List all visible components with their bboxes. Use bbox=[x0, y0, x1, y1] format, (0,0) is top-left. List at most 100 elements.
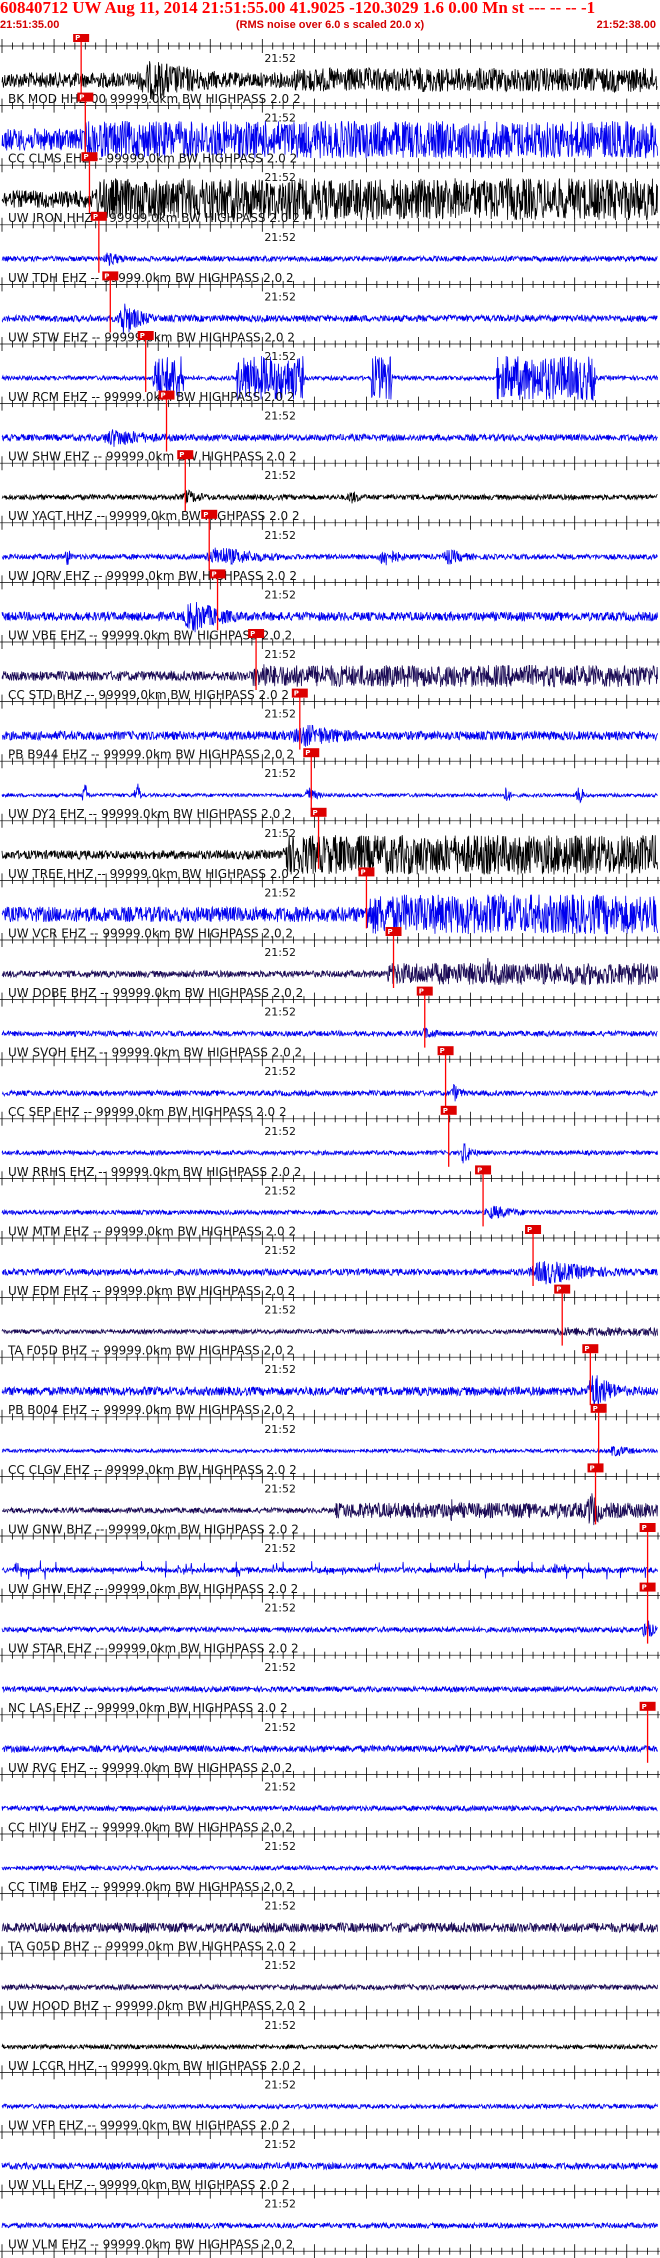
minute-label: 21:52 bbox=[264, 827, 296, 840]
station-label: UW YACT HHZ -- 99999.0km BW HIGHPASS 2.0… bbox=[8, 509, 300, 523]
waveform bbox=[1, 664, 658, 688]
minute-label: 21:52 bbox=[264, 1065, 296, 1078]
waveform bbox=[1, 1261, 658, 1285]
minute-label: 21:52 bbox=[264, 350, 296, 363]
waveform bbox=[1, 2221, 658, 2230]
waveform bbox=[1, 1864, 658, 1872]
minute-label: 21:52 bbox=[264, 1602, 296, 1615]
waveform bbox=[1, 1921, 658, 1934]
pick-label: P bbox=[83, 153, 88, 161]
trace-0: 21:52PBK MOD HHZ 00 99999.0km BW HIGHPAS… bbox=[0, 34, 660, 106]
waveform bbox=[1, 2161, 658, 2171]
waveform bbox=[1, 489, 658, 504]
pick-label: P bbox=[590, 1464, 595, 1472]
waveform bbox=[1, 724, 658, 747]
minute-label: 21:52 bbox=[264, 529, 296, 542]
station-label: UW GHW EHZ -- 99999.0km BW HIGHPASS 2.0 … bbox=[8, 1582, 298, 1596]
minute-label: 21:52 bbox=[264, 231, 296, 244]
minute-label: 21:52 bbox=[264, 946, 296, 959]
pick-label: P bbox=[477, 1166, 482, 1174]
minute-label: 21:52 bbox=[264, 290, 296, 303]
station-label: CC CLGV EHZ -- 99999.0km BW HIGHPASS 2.0… bbox=[8, 1463, 297, 1477]
station-label: PB B004 EHZ -- 99999.0km BW HIGHPASS 2.0… bbox=[8, 1403, 294, 1417]
pick-label: P bbox=[104, 272, 109, 280]
minute-label: 21:52 bbox=[264, 2019, 296, 2032]
minute-label: 21:52 bbox=[264, 708, 296, 721]
minute-label: 21:52 bbox=[264, 1363, 296, 1376]
waveform bbox=[1, 1205, 658, 1220]
trace-31: 21:52 TA G05D BHZ -- 99999.0km BW HIGHPAS… bbox=[0, 1886, 660, 1954]
pick-label: P bbox=[305, 749, 310, 757]
pick-label: P bbox=[79, 94, 84, 102]
trace-29: 21:52 CC HIYU EHZ -- 99999.0km BW HIGHPAS… bbox=[0, 1767, 660, 1834]
end-time-label: 21:52:38.00 bbox=[596, 19, 656, 31]
station-label: UW GNW BHZ -- 99999.0km BW HIGHPASS 2.0 … bbox=[8, 1522, 299, 1536]
waveform bbox=[1, 1446, 658, 1457]
minute-label: 21:52 bbox=[264, 1840, 296, 1853]
station-label: BK MOD HHZ 00 99999.0km BW HIGHPASS 2.0 … bbox=[8, 92, 301, 106]
minute-label: 21:52 bbox=[264, 1542, 296, 1555]
event-title: 60840712 UW Aug 11, 2014 21:51:55.00 41.… bbox=[0, 0, 596, 17]
waveform bbox=[2, 1493, 658, 1526]
minute-label: 21:52 bbox=[264, 1780, 296, 1793]
minute-label: 21:52 bbox=[264, 1900, 296, 1913]
waveform bbox=[1, 2102, 658, 2111]
station-label: UW VLM EHZ -- 99999.0km BW HIGHPASS 2.0 … bbox=[8, 2238, 293, 2252]
minute-label: 21:52 bbox=[264, 410, 296, 423]
trace-30: 21:52 CC TIMB EHZ -- 99999.0km BW HIGHPAS… bbox=[0, 1827, 660, 1894]
pick-label: P bbox=[250, 630, 255, 638]
pick-label: P bbox=[642, 1584, 647, 1592]
minute-label: 21:52 bbox=[264, 588, 296, 601]
station-label: UW LCCR HHZ -- 99999.0km BW HIGHPASS 2.0… bbox=[8, 2059, 301, 2073]
pick-label: P bbox=[443, 1107, 448, 1115]
station-label: UW SHW EHZ -- 99999.0km BW HIGHPASS 2.0 … bbox=[8, 450, 297, 464]
pick-label: P bbox=[161, 392, 166, 400]
pick-label: P bbox=[179, 451, 184, 459]
minute-label: 21:52 bbox=[264, 1661, 296, 1674]
pick-label: P bbox=[388, 928, 393, 936]
waveform bbox=[1, 1983, 658, 1992]
waveform bbox=[1, 1084, 658, 1102]
minute-label: 21:52 bbox=[264, 112, 296, 125]
minute-label: 21:52 bbox=[264, 886, 296, 899]
pick-label: P bbox=[642, 1524, 647, 1532]
minute-label: 21:52 bbox=[264, 2138, 296, 2151]
pick-label: P bbox=[294, 690, 299, 698]
pick-label: P bbox=[642, 1703, 647, 1711]
minute-label: 21:52 bbox=[264, 469, 296, 482]
station-label: UW STAR EHZ -- 99999.0km BW HIGHPASS 2.0… bbox=[8, 1642, 299, 1656]
station-label: UW SVOH EHZ -- 99999.0km BW HIGHPASS 2.0… bbox=[8, 1046, 302, 1060]
station-label: UW MTM EHZ -- 99999.0km BW HIGHPASS 2.0 … bbox=[8, 1224, 296, 1238]
station-label: UW DOBE BHZ -- 99999.0km BW HIGHPASS 2.0… bbox=[8, 986, 303, 1000]
station-label: UW VFP EHZ -- 99999.0km BW HIGHPASS 2.0 … bbox=[8, 2118, 290, 2132]
minute-label: 21:52 bbox=[264, 1721, 296, 1734]
pick-label: P bbox=[419, 988, 424, 996]
station-label: CC TIMB EHZ -- 99999.0km BW HIGHPASS 2.0… bbox=[8, 1880, 294, 1894]
waveform bbox=[1, 1560, 658, 1580]
waveform bbox=[1, 1620, 658, 1637]
minute-label: 21:52 bbox=[264, 2078, 296, 2091]
station-label: TA F05D BHZ -- 99999.0km BW HIGHPASS 2.0… bbox=[7, 1344, 294, 1358]
station-label: UW HOOD BHZ -- 99999.0km BW HIGHPASS 2.0… bbox=[8, 1999, 306, 2013]
trace-36: 21:52 UW VLM EHZ -- 99999.0km BW HIGHPASS… bbox=[0, 2184, 660, 2252]
pick-label: P bbox=[93, 213, 98, 221]
waveform bbox=[1, 1685, 658, 1694]
record-header: 60840712 UW Aug 11, 2014 21:51:55.00 41.… bbox=[0, 0, 660, 34]
station-label: CC CLMS EHZ -- 99999.0km BW HIGHPASS 2.0… bbox=[8, 152, 297, 166]
station-label: UW TDH EHZ -- 99999.0km BW HIGHPASS 2.0 … bbox=[8, 271, 294, 285]
station-label: UW JORV EHZ -- 99999.0km BW HIGHPASS 2.0… bbox=[8, 569, 297, 583]
minute-label: 21:52 bbox=[264, 2198, 296, 2211]
waveform bbox=[1, 547, 658, 566]
minute-label: 21:52 bbox=[264, 1006, 296, 1019]
station-label: UW RRHS EHZ -- 99999.0km BW HIGHPASS 2.0… bbox=[8, 1165, 301, 1179]
waveform bbox=[1, 2043, 658, 2051]
waveform bbox=[1, 1743, 658, 1754]
minute-label: 21:52 bbox=[264, 648, 296, 661]
pick-label: P bbox=[203, 511, 208, 519]
minute-label: 21:52 bbox=[264, 1482, 296, 1495]
waveform bbox=[1, 1027, 658, 1038]
minute-label: 21:52 bbox=[264, 1423, 296, 1436]
minute-label: 21:52 bbox=[264, 767, 296, 780]
trace-32: 21:52 UW HOOD BHZ -- 99999.0km BW HIGHPAS… bbox=[0, 1946, 660, 2013]
waveform bbox=[1, 1326, 658, 1338]
